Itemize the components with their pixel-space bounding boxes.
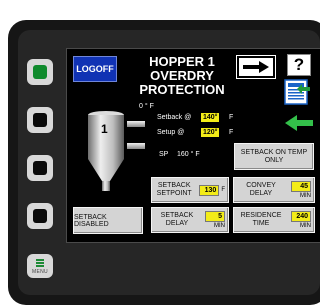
setup-label: Setup @ xyxy=(157,129,185,136)
setback-delay-unit: MIN xyxy=(214,222,225,229)
convey-delay-value: 45 xyxy=(291,180,311,192)
page-title: HOPPER 1 OVERDRY PROTECTION xyxy=(127,55,237,97)
setback-setpoint-label: SETBACK SETPOINT xyxy=(156,182,192,197)
setback-setpoint-unit: F xyxy=(221,187,225,193)
side-key-indicator xyxy=(33,65,47,79)
setback-value: 140° xyxy=(201,113,220,122)
convey-delay-label: CONVEY DELAY xyxy=(246,182,276,197)
setback-on-temp-button[interactable]: SETBACK ON TEMP ONLY xyxy=(234,143,314,170)
setback-label: Setback @ xyxy=(157,114,192,121)
forward-button[interactable] xyxy=(237,56,275,78)
setback-delay-label: SETBACK DELAY xyxy=(160,212,194,227)
residence-time-field[interactable]: RESIDENCE TIME 240 MIN xyxy=(233,207,315,233)
hmi-screen: LOGOFF HOPPER 1 OVERDRY PROTECTION ? 0 °… xyxy=(66,48,320,243)
setback-setpoint-field[interactable]: SETBACK SETPOINT 130 F xyxy=(151,177,229,203)
setback-unit: F xyxy=(229,114,234,121)
hopper-number: 1 xyxy=(101,122,108,136)
setback-disabled-button[interactable]: SETBACK DISABLED xyxy=(73,207,143,234)
title-line-3: PROTECTION xyxy=(139,82,225,97)
arrow-right-icon xyxy=(243,61,269,73)
document-icon xyxy=(284,79,310,105)
sp-label: SP xyxy=(159,151,169,158)
side-key-4[interactable] xyxy=(27,203,53,229)
logoff-button[interactable]: LOGOFF xyxy=(73,56,117,82)
side-key-1[interactable] xyxy=(27,59,53,85)
document-nav-button[interactable] xyxy=(283,79,315,107)
setback-delay-field[interactable]: SETBACK DELAY 5 MIN xyxy=(151,207,229,233)
setup-value: 120° xyxy=(201,128,220,137)
side-key-indicator xyxy=(33,209,47,223)
convey-delay-field[interactable]: CONVEY DELAY 45 MIN xyxy=(233,177,315,203)
residence-time-value: 240 xyxy=(291,210,311,222)
side-key-3[interactable] xyxy=(27,155,53,181)
setup-unit: F xyxy=(229,129,234,136)
convey-delay-unit: MIN xyxy=(300,192,311,199)
residence-time-unit: MIN xyxy=(300,222,311,229)
help-button[interactable]: ? xyxy=(287,54,311,76)
menu-button[interactable]: MENU xyxy=(27,254,53,278)
title-line-2: OVERDRY xyxy=(150,68,214,83)
hopper-icon xyxy=(88,111,145,191)
arrow-left-icon xyxy=(285,115,313,131)
side-key-indicator xyxy=(33,161,47,175)
setback-delay-value: 5 xyxy=(205,210,225,222)
side-key-2[interactable] xyxy=(27,107,53,133)
menu-label: MENU xyxy=(32,269,48,275)
residence-time-label: RESIDENCE TIME xyxy=(240,212,282,227)
title-line-1: HOPPER 1 xyxy=(149,54,215,69)
setback-setpoint-value: 130 xyxy=(199,184,220,196)
sp-value: 160 ° F xyxy=(177,151,200,158)
side-key-indicator xyxy=(33,113,47,127)
back-button[interactable] xyxy=(283,113,315,133)
menu-icon xyxy=(36,259,44,267)
